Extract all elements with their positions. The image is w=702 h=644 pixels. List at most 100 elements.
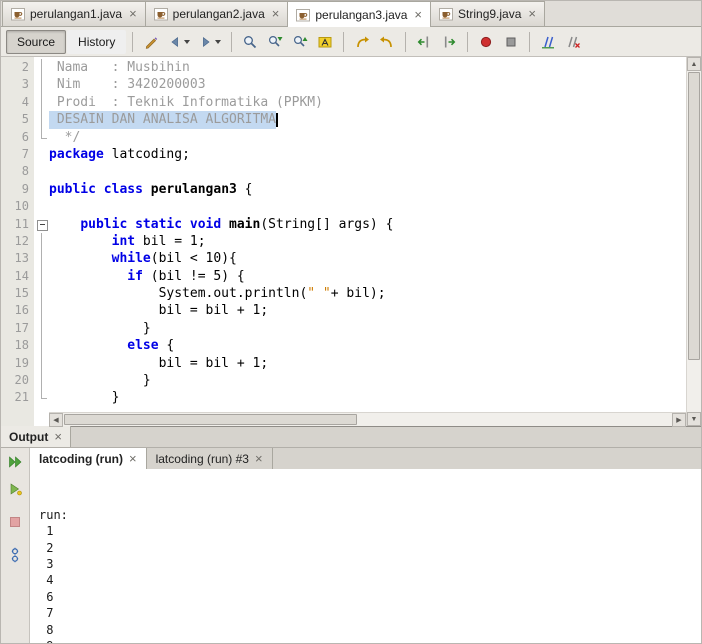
- scroll-track[interactable]: [687, 361, 701, 412]
- code-line[interactable]: */: [34, 128, 686, 146]
- last-edited-button[interactable]: [139, 30, 163, 54]
- code-line[interactable]: Nama : Musbihin: [34, 59, 686, 77]
- uncomment-button[interactable]: [561, 30, 585, 54]
- editor-code[interactable]: Nama : Musbihin Nim : 3420200003 Prodi :…: [34, 57, 686, 426]
- comment-button[interactable]: [536, 30, 560, 54]
- code-line[interactable]: }: [34, 389, 686, 406]
- line-number[interactable]: 4: [1, 94, 34, 111]
- history-view-button[interactable]: History: [67, 29, 127, 54]
- vertical-scroll-thumb[interactable]: [688, 72, 700, 360]
- line-number[interactable]: 7: [1, 146, 34, 163]
- stop-build-button[interactable]: [4, 511, 26, 533]
- output-tab-run[interactable]: latcoding (run) ×: [30, 448, 147, 469]
- source-view-button[interactable]: Source: [6, 29, 67, 54]
- line-number[interactable]: 16: [1, 302, 34, 319]
- tab-string9[interactable]: String9.java ×: [430, 1, 545, 26]
- previous-bookmark-button[interactable]: [350, 30, 374, 54]
- line-number[interactable]: 2: [1, 59, 34, 76]
- line-number[interactable]: 10: [1, 198, 34, 215]
- line-number[interactable]: 6: [1, 129, 34, 146]
- scroll-left-icon[interactable]: ◀: [49, 413, 63, 427]
- line-number[interactable]: 19: [1, 355, 34, 372]
- tab-perulangan1[interactable]: perulangan1.java ×: [2, 1, 146, 26]
- shift-line-right-button[interactable]: [437, 30, 461, 54]
- code-line[interactable]: while(bil < 10){: [34, 250, 686, 269]
- line-number[interactable]: 17: [1, 320, 34, 337]
- code-line[interactable]: bil = bil + 1;: [34, 302, 686, 321]
- output-line: 2: [39, 540, 54, 555]
- output-console[interactable]: run: 1 2 3 4 6 7 8 9 BUILD SUCCESSFUL (t…: [30, 469, 701, 643]
- line-number[interactable]: 21: [1, 389, 34, 406]
- rerun-button[interactable]: [4, 451, 26, 473]
- line-number[interactable]: 11: [1, 216, 34, 233]
- code-line[interactable]: DESAIN DAN ANALISA ALGORITMA: [34, 111, 686, 129]
- find-previous-occurrence-button[interactable]: [288, 30, 312, 54]
- shift-line-left-button[interactable]: [412, 30, 436, 54]
- line-number[interactable]: 20: [1, 372, 34, 389]
- line-number[interactable]: 14: [1, 268, 34, 285]
- start-macro-recording-button[interactable]: [474, 30, 498, 54]
- editor-vertical-scrollbar[interactable]: ▲ ▼: [686, 57, 701, 426]
- output-settings-button[interactable]: [4, 544, 26, 566]
- tab-perulangan2[interactable]: perulangan2.java ×: [144, 1, 289, 26]
- line-number[interactable]: 18: [1, 337, 34, 354]
- line-number[interactable]: 9: [1, 181, 34, 198]
- code-line[interactable]: }: [34, 319, 686, 338]
- code-line[interactable]: System.out.println(" "+ bil);: [34, 285, 686, 303]
- code-line[interactable]: package latcoding;: [34, 146, 686, 163]
- back-button[interactable]: [164, 30, 194, 54]
- code-line[interactable]: Nim : 3420200003: [34, 76, 686, 95]
- close-icon[interactable]: ×: [54, 429, 62, 444]
- forward-button[interactable]: [195, 30, 225, 54]
- code-line[interactable]: else {: [34, 337, 686, 356]
- code-token: package: [49, 146, 104, 162]
- code-line[interactable]: Prodi : Teknik Informatika (PPKM): [34, 93, 686, 112]
- code-line[interactable]: }: [34, 372, 686, 390]
- close-icon[interactable]: ×: [414, 8, 422, 21]
- line-number[interactable]: 3: [1, 76, 34, 93]
- close-icon[interactable]: ×: [129, 7, 137, 20]
- scroll-track[interactable]: [358, 413, 672, 426]
- find-next-occurrence-button[interactable]: [263, 30, 287, 54]
- rerun-with-different-parameters-button[interactable]: [4, 478, 26, 500]
- code-fold-toggle[interactable]: [34, 216, 49, 233]
- line-number[interactable]: 12: [1, 233, 34, 250]
- stop-macro-recording-button[interactable]: [499, 30, 523, 54]
- editor-horizontal-scrollbar[interactable]: ◀ ▶: [49, 412, 686, 427]
- code-line[interactable]: int bil = 1;: [34, 232, 686, 251]
- scroll-right-icon[interactable]: ▶: [672, 413, 686, 427]
- code-line[interactable]: if (bil != 5) {: [34, 267, 686, 286]
- code-token: System.out.println(: [49, 286, 308, 302]
- scroll-down-icon[interactable]: ▼: [687, 412, 701, 426]
- fold-guide: [34, 319, 49, 338]
- output-line: run:: [39, 507, 68, 522]
- line-number[interactable]: 8: [1, 163, 34, 180]
- horizontal-scroll-thumb[interactable]: [64, 414, 358, 425]
- code-line[interactable]: bil = bil + 1;: [34, 354, 686, 373]
- dropdown-arrow-icon[interactable]: [215, 39, 222, 44]
- code-line[interactable]: [34, 198, 686, 215]
- tab-perulangan3[interactable]: perulangan3.java ×: [287, 1, 432, 27]
- toggle-highlight-search-button[interactable]: [313, 30, 337, 54]
- line-number[interactable]: 15: [1, 285, 34, 302]
- next-bookmark-button[interactable]: [375, 30, 399, 54]
- find-selection-icon: [244, 35, 257, 48]
- line-number[interactable]: 13: [1, 250, 34, 267]
- output-tab-run-3[interactable]: latcoding (run) #3 ×: [146, 448, 273, 469]
- line-number[interactable]: 5: [1, 111, 34, 128]
- fold-guide: [34, 59, 49, 77]
- close-icon[interactable]: ×: [255, 451, 263, 466]
- scroll-up-icon[interactable]: ▲: [687, 57, 701, 71]
- code-line[interactable]: public static void main(String[] args) {: [34, 216, 686, 233]
- close-icon[interactable]: ×: [528, 7, 536, 20]
- code-line[interactable]: [34, 163, 686, 180]
- code-line[interactable]: public class perulangan3 {: [34, 181, 686, 198]
- output-window-tab[interactable]: Output ×: [1, 426, 71, 447]
- find-selection-button[interactable]: [238, 30, 262, 54]
- close-icon[interactable]: ×: [272, 7, 280, 20]
- dropdown-arrow-icon[interactable]: [184, 39, 191, 44]
- close-icon[interactable]: ×: [129, 451, 137, 466]
- code-token: DESAIN DAN ANALISA ALGORITMA: [49, 112, 276, 128]
